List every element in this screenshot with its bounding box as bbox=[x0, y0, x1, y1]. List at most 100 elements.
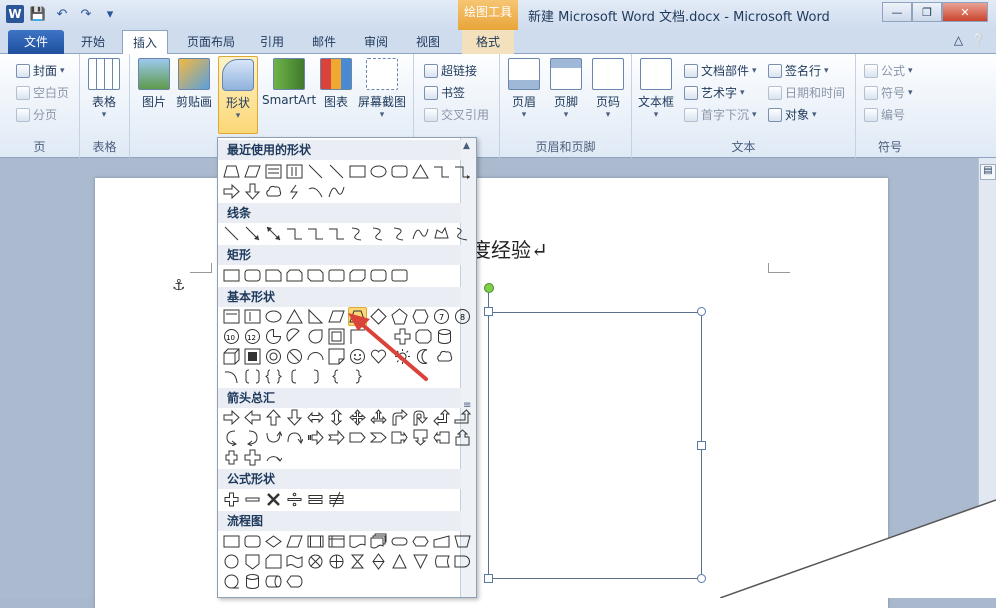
flow-or-shape[interactable] bbox=[327, 552, 346, 571]
arrow-down-shape[interactable] bbox=[285, 408, 304, 427]
octagon-shape[interactable]: 8 bbox=[453, 307, 472, 326]
left-bracket-shape[interactable] bbox=[285, 367, 304, 386]
math-plus-shape[interactable] bbox=[222, 490, 241, 509]
redo-icon[interactable]: ↷ bbox=[76, 4, 96, 24]
diagonal-line-2-shape[interactable] bbox=[327, 162, 346, 181]
tab-mailings[interactable]: 邮件 bbox=[304, 30, 344, 54]
up-arrow-callout-shape[interactable] bbox=[453, 428, 472, 447]
bookmark-button[interactable]: 书签 bbox=[424, 84, 465, 101]
flow-display-shape[interactable] bbox=[285, 572, 304, 591]
freeform-shape[interactable] bbox=[432, 224, 451, 243]
resize-handle-bottom-left[interactable] bbox=[484, 574, 493, 583]
help-icon[interactable]: ❔ bbox=[971, 33, 986, 47]
flow-punched-tape-shape[interactable] bbox=[285, 552, 304, 571]
chart-button[interactable]: 图表 bbox=[320, 58, 352, 110]
numbering-button[interactable]: 编号 bbox=[864, 106, 905, 123]
math-minus-shape[interactable] bbox=[243, 490, 262, 509]
no-symbol-shape[interactable] bbox=[285, 347, 304, 366]
flow-decision-shape[interactable] bbox=[264, 532, 283, 551]
flow-delay-shape[interactable] bbox=[453, 552, 472, 571]
left-right-arrow-callout-shape[interactable] bbox=[222, 448, 241, 467]
arc-shape[interactable] bbox=[306, 182, 325, 201]
smartart-button[interactable]: SmartArt bbox=[262, 58, 316, 107]
flow-stored-data-shape[interactable] bbox=[432, 552, 451, 571]
flow-terminator-shape[interactable] bbox=[390, 532, 409, 551]
flow-internal-storage-shape[interactable] bbox=[327, 532, 346, 551]
document-text[interactable]: 度经验↵ bbox=[471, 234, 548, 263]
math-divide-shape[interactable] bbox=[285, 490, 304, 509]
flow-multidocument-shape[interactable] bbox=[369, 532, 388, 551]
left-arrow-callout-shape[interactable] bbox=[432, 428, 451, 447]
wordart-button[interactable]: 艺术字 ▾ bbox=[684, 84, 745, 101]
undo-icon[interactable]: ↶ bbox=[52, 4, 72, 24]
bent-arrow-shape[interactable] bbox=[390, 408, 409, 427]
textbox-button[interactable]: 文本框 ▾ bbox=[638, 58, 674, 120]
curved-connector-shape[interactable] bbox=[348, 224, 367, 243]
symbol-button[interactable]: 符号 ▾ bbox=[864, 84, 913, 101]
cover-page-button[interactable]: 封面 ▾ bbox=[16, 62, 65, 79]
diagonal-line-shape[interactable] bbox=[306, 162, 325, 181]
tab-insert[interactable]: 插入 bbox=[122, 30, 168, 55]
rect-4-shape[interactable] bbox=[285, 266, 304, 285]
flow-merge-shape[interactable] bbox=[411, 552, 430, 571]
table-button[interactable]: 表格 ▾ bbox=[88, 58, 120, 120]
quick-parts-button[interactable]: 文档部件 ▾ bbox=[684, 62, 757, 79]
flow-collate-shape[interactable] bbox=[348, 552, 367, 571]
flow-offpage-connector-shape[interactable] bbox=[243, 552, 262, 571]
resize-handle-right[interactable] bbox=[697, 441, 706, 450]
math-multiply-shape[interactable] bbox=[264, 490, 283, 509]
chord-shape[interactable] bbox=[285, 327, 304, 346]
striped-right-arrow-shape[interactable] bbox=[306, 428, 325, 447]
elbow-2-shape[interactable] bbox=[306, 224, 325, 243]
customize-icon[interactable]: ▾ bbox=[100, 4, 120, 24]
cube-shape[interactable] bbox=[222, 347, 241, 366]
quad-arrow-shape[interactable] bbox=[348, 408, 367, 427]
flow-alternate-process-shape[interactable] bbox=[243, 532, 262, 551]
vertical-textbox-shape[interactable] bbox=[285, 162, 304, 181]
flow-magnetic-disk-shape[interactable] bbox=[243, 572, 262, 591]
freeform-curve-shape[interactable] bbox=[411, 224, 430, 243]
trapezoid-shape[interactable] bbox=[222, 162, 241, 181]
bent-up-arrow-shape[interactable] bbox=[453, 408, 472, 427]
curved-left-arrow-shape[interactable] bbox=[243, 428, 262, 447]
basic-vtextbox-shape[interactable] bbox=[243, 307, 262, 326]
quad-arrow-callout-shape[interactable] bbox=[243, 448, 262, 467]
header-button[interactable]: 页眉 ▾ bbox=[508, 58, 540, 120]
down-arrow-shape[interactable] bbox=[243, 182, 262, 201]
close-icon[interactable]: ✕ bbox=[942, 2, 988, 22]
rect-7-shape[interactable] bbox=[348, 266, 367, 285]
minimize-icon[interactable]: — bbox=[882, 2, 912, 22]
picture-button[interactable]: 图片 bbox=[138, 58, 170, 110]
rect-9-shape[interactable] bbox=[390, 266, 409, 285]
notched-right-arrow-shape[interactable] bbox=[327, 428, 346, 447]
flow-sort-shape[interactable] bbox=[369, 552, 388, 571]
flow-direct-access-storage-shape[interactable] bbox=[264, 572, 283, 591]
scroll-up-icon[interactable]: ▲ bbox=[463, 141, 470, 151]
basic-textbox-shape[interactable] bbox=[222, 307, 241, 326]
elbow-1-shape[interactable] bbox=[285, 224, 304, 243]
rect-1-shape[interactable] bbox=[222, 266, 241, 285]
right-triangle-shape[interactable] bbox=[306, 307, 325, 326]
rounded-rectangle-shape[interactable] bbox=[390, 162, 409, 181]
tab-file[interactable]: 文件 bbox=[8, 30, 64, 54]
arc-basic-shape[interactable] bbox=[222, 367, 241, 386]
donut-shape[interactable] bbox=[264, 347, 283, 366]
ruler-toggle-icon[interactable]: ▤ bbox=[980, 164, 996, 180]
signature-line-button[interactable]: 签名行 ▾ bbox=[768, 62, 829, 79]
flow-card-shape[interactable] bbox=[264, 552, 283, 571]
line-shape[interactable] bbox=[243, 162, 262, 181]
arrow-left-right-shape[interactable] bbox=[306, 408, 325, 427]
decagon-shape[interactable]: 10 bbox=[222, 327, 241, 346]
flow-document-shape[interactable] bbox=[348, 532, 367, 551]
circular-arrow-shape[interactable] bbox=[264, 448, 283, 467]
tab-review[interactable]: 审阅 bbox=[356, 30, 396, 54]
flow-extract-shape[interactable] bbox=[390, 552, 409, 571]
teardrop-shape[interactable] bbox=[306, 327, 325, 346]
arrow-line-shape[interactable] bbox=[243, 224, 262, 243]
flow-process-shape[interactable] bbox=[222, 532, 241, 551]
flow-summing-junction-shape[interactable] bbox=[306, 552, 325, 571]
gallery-scrollbar[interactable]: ▲ ≡ bbox=[460, 138, 476, 597]
flow-manual-input-shape[interactable] bbox=[432, 532, 451, 551]
chevron-shape[interactable] bbox=[369, 428, 388, 447]
math-equal-shape[interactable] bbox=[306, 490, 325, 509]
